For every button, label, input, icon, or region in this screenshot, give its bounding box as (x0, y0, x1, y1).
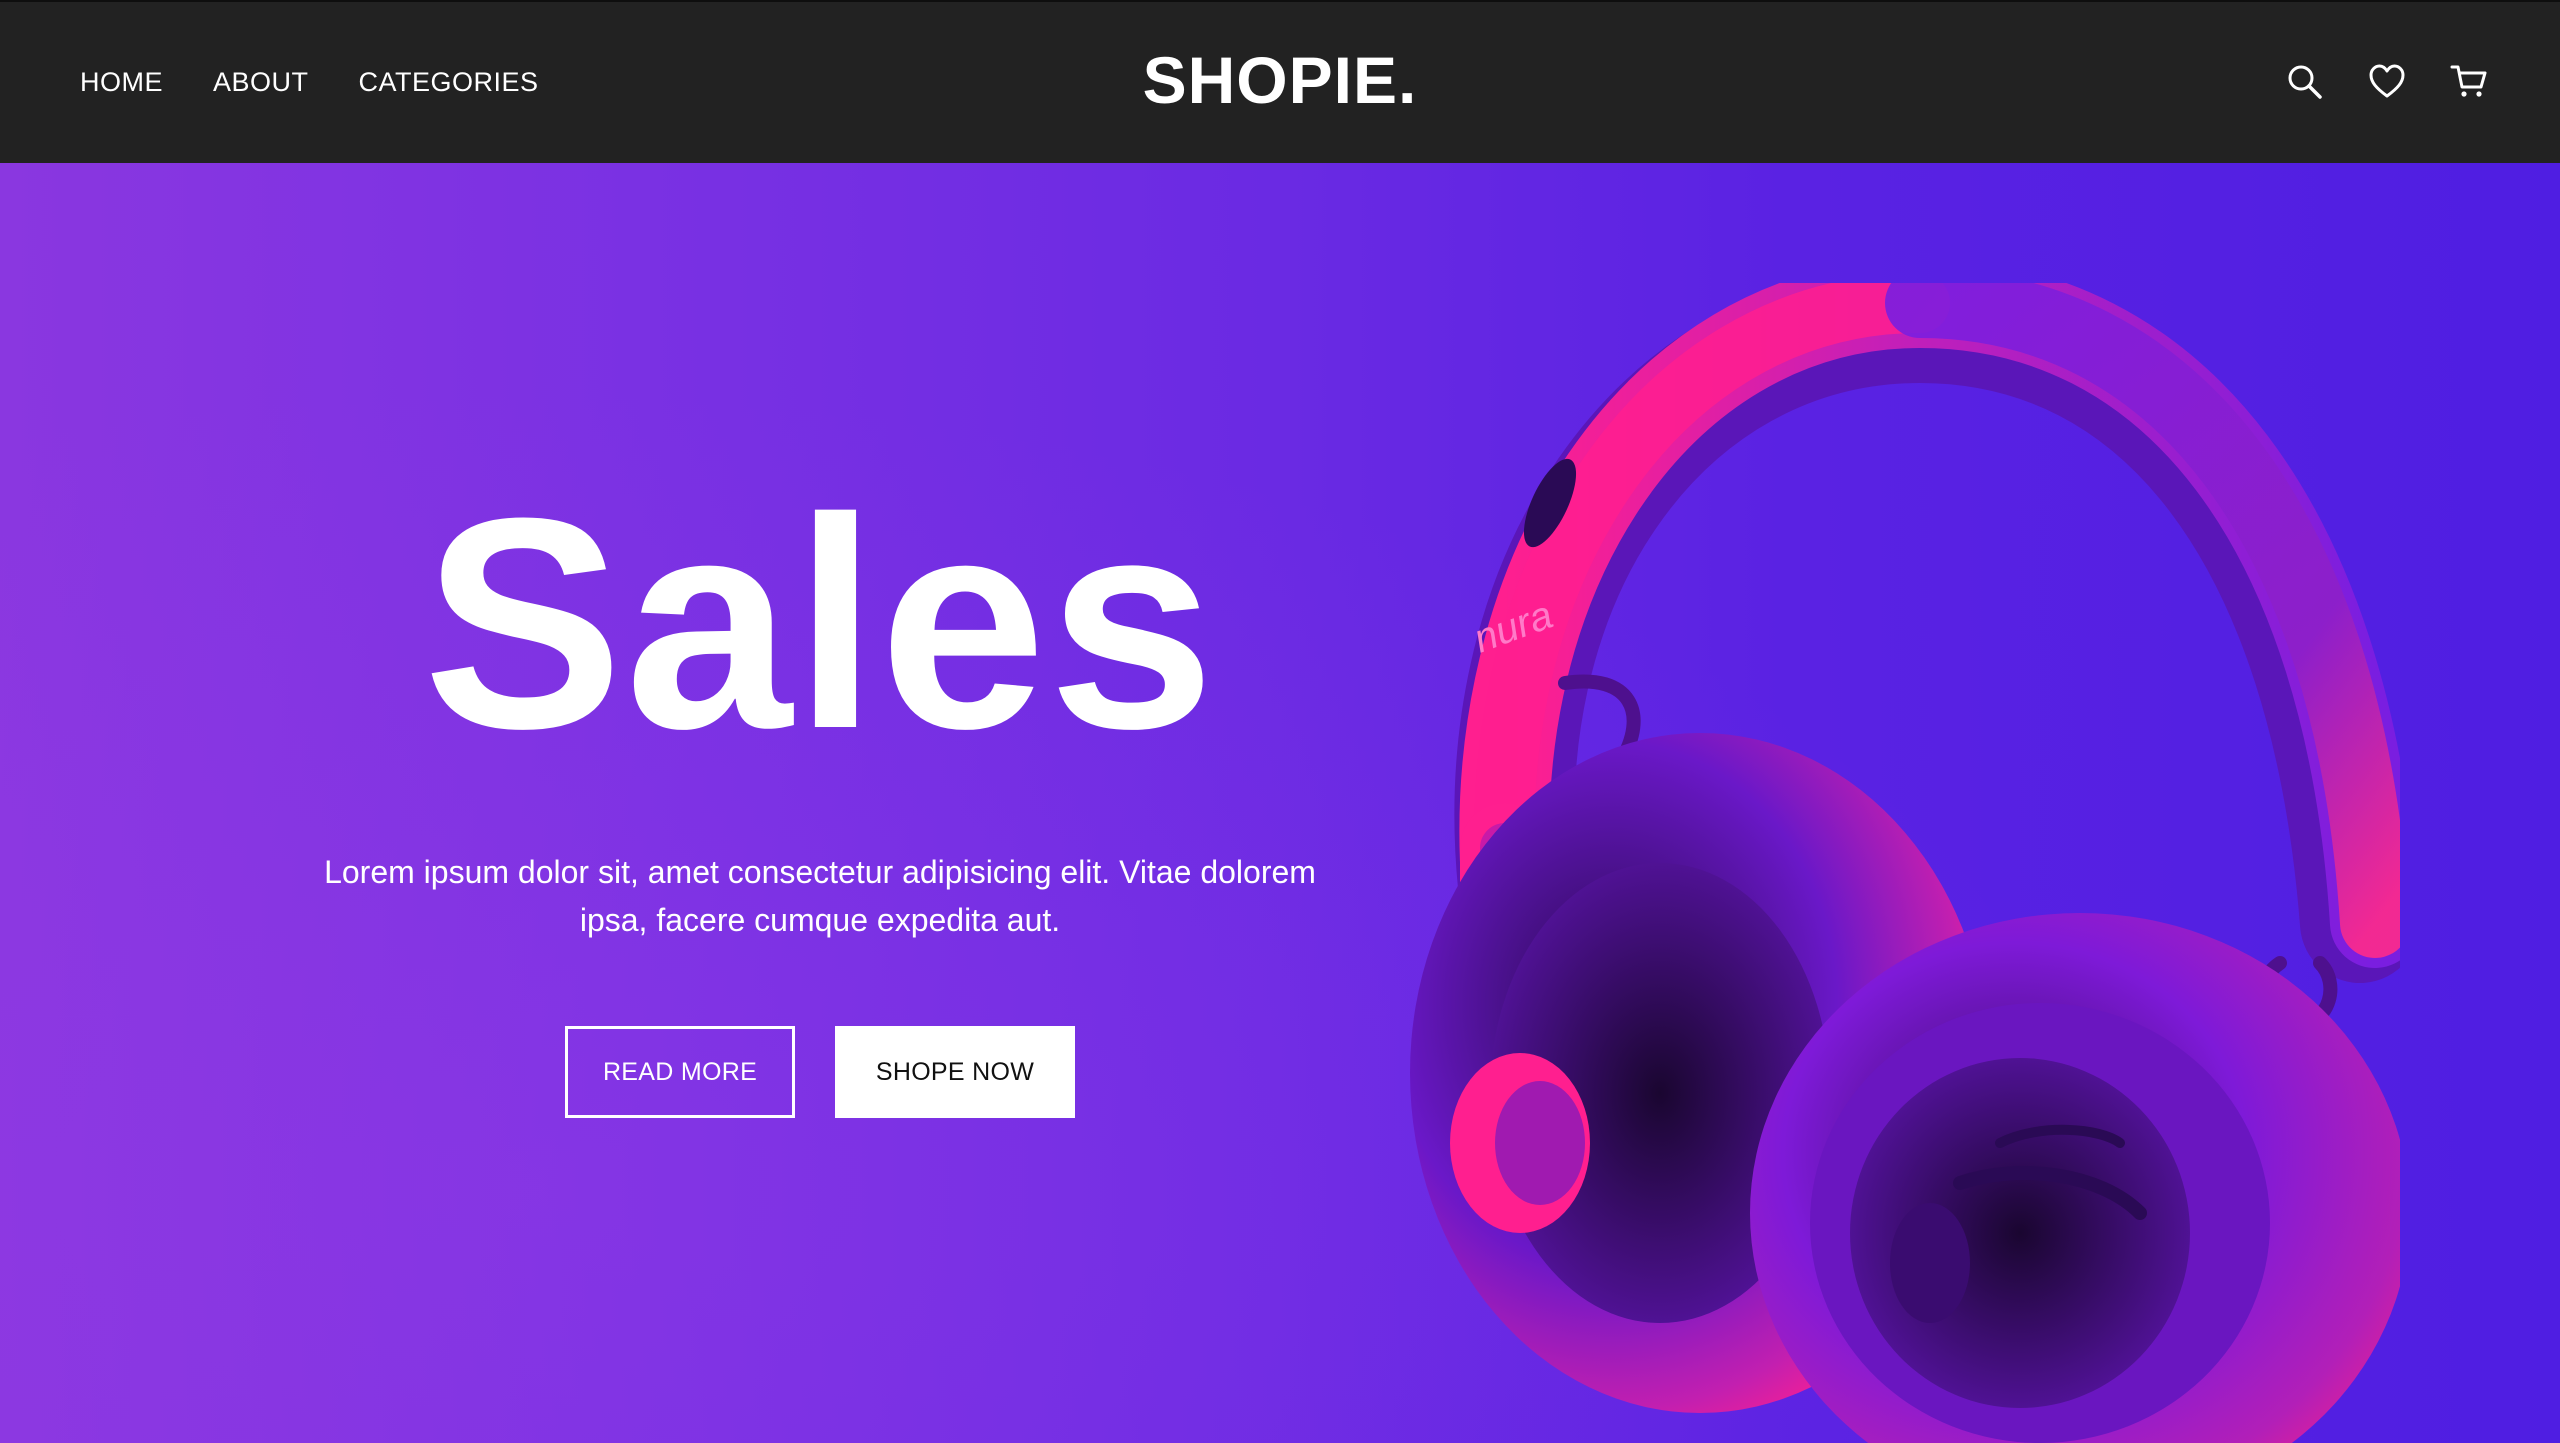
cart-icon[interactable] (2450, 63, 2488, 101)
heart-icon[interactable] (2368, 63, 2406, 101)
hero-title: Sales (423, 455, 1217, 791)
search-icon[interactable] (2286, 63, 2324, 101)
nav-icons (2286, 2, 2488, 162)
brand-logo[interactable]: SHOPIE. (0, 40, 2560, 120)
headphones-product-image: nura (1410, 283, 2400, 1443)
hero-description: Lorem ipsum dolor sit, amet consectetur … (324, 854, 1316, 938)
read-more-button[interactable]: READ MORE (565, 1026, 795, 1118)
hero-buttons: READ MORE SHOPE NOW (565, 1026, 1075, 1118)
shop-now-button[interactable]: SHOPE NOW (835, 1026, 1075, 1118)
navbar: HOME ABOUT CATEGORIES SHOPIE. (0, 0, 2560, 163)
hero-section: Sales Lorem ipsum dolor sit, amet consec… (0, 163, 2560, 1443)
